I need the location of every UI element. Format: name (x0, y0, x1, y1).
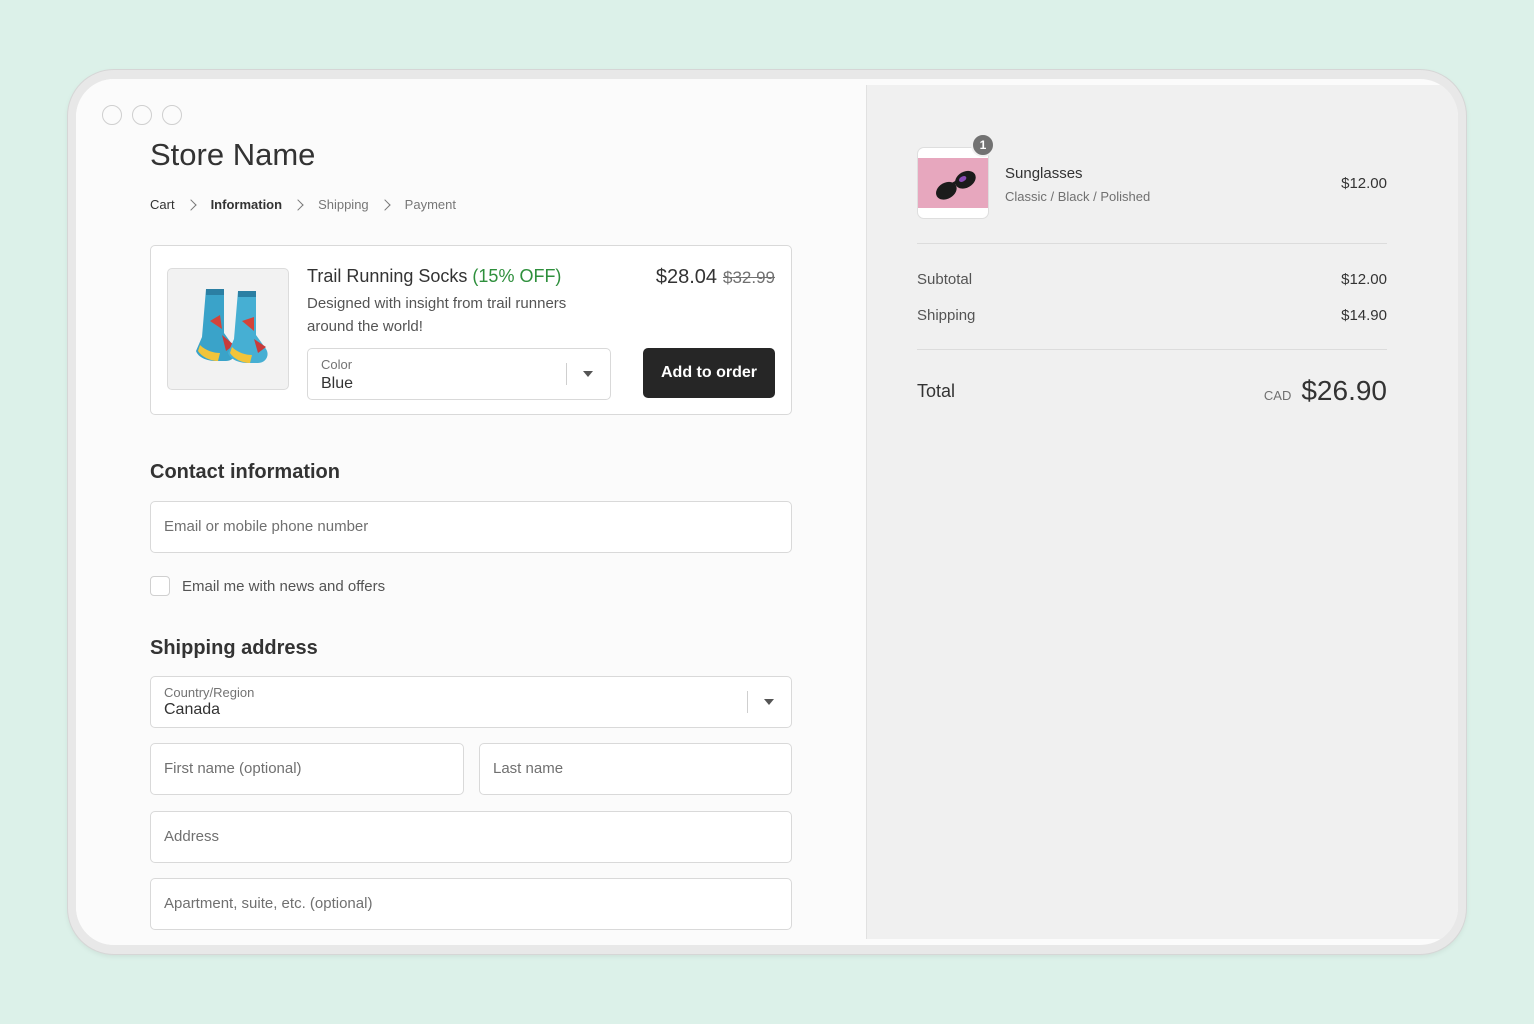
shipping-value: $14.90 (1341, 307, 1387, 324)
total-label: Total (917, 380, 956, 401)
upsell-discount: (15% OFF) (472, 266, 562, 286)
news-checkbox[interactable] (150, 576, 170, 596)
device-frame: Store Name Cart Information Shipping Pay… (68, 70, 1466, 954)
total-row: Total CAD $26.90 (917, 375, 1387, 407)
first-name-placeholder: First name (optional) (164, 760, 302, 777)
subtotal-value: $12.00 (1341, 271, 1387, 288)
address-placeholder: Address (164, 828, 220, 845)
chevron-right-icon (379, 198, 391, 211)
last-name-placeholder: Last name (493, 760, 564, 777)
upsell-compare-price: $32.99 (723, 268, 775, 287)
shipping-label: Shipping (917, 307, 976, 324)
chevron-down-icon (583, 371, 593, 377)
checkout-window: Store Name Cart Information Shipping Pay… (76, 79, 1458, 945)
breadcrumb-information: Information (210, 197, 283, 212)
upsell-offer-card: Trail Running Socks (15% OFF) Designed w… (150, 245, 792, 415)
country-select[interactable]: Country/Region Canada (150, 676, 792, 728)
summary-divider (917, 243, 1387, 244)
select-divider (747, 691, 748, 713)
upsell-description: Designed with insight from trail runners… (307, 295, 567, 335)
subtotal-label: Subtotal (917, 271, 973, 288)
apartment-field[interactable]: Apartment, suite, etc. (optional) (150, 878, 792, 930)
upsell-title: Trail Running Socks (15% OFF) (307, 266, 561, 287)
email-field[interactable]: Email or mobile phone number (150, 501, 792, 553)
select-divider (566, 363, 567, 385)
add-to-order-button[interactable]: Add to order (643, 348, 775, 398)
subtotal-row: Subtotal $12.00 (917, 271, 1387, 288)
apartment-placeholder: Apartment, suite, etc. (optional) (164, 895, 373, 912)
news-checkbox-label: Email me with news and offers (182, 577, 386, 595)
window-close-button[interactable] (102, 105, 122, 125)
breadcrumb-shipping: Shipping (318, 197, 369, 212)
window-maximize-button[interactable] (162, 105, 182, 125)
line-item-variant: Classic / Black / Polished (1005, 189, 1151, 204)
breadcrumb-cart[interactable]: Cart (150, 197, 175, 212)
shipping-section-title: Shipping address (150, 637, 318, 659)
address-field[interactable]: Address (150, 811, 792, 863)
total-value: $26.90 (1301, 375, 1387, 406)
window-controls (102, 105, 182, 125)
chevron-right-icon (292, 198, 304, 211)
checkout-main: Store Name Cart Information Shipping Pay… (76, 79, 866, 945)
email-placeholder: Email or mobile phone number (164, 518, 369, 535)
store-name: Store Name (150, 137, 316, 172)
last-name-field[interactable]: Last name (479, 743, 792, 795)
chevron-down-icon (764, 699, 774, 705)
total-currency: CAD (1263, 388, 1292, 403)
window-minimize-button[interactable] (132, 105, 152, 125)
country-select-value: Canada (164, 701, 221, 718)
order-summary: 1 Sunglasses Classic / Black / Polished … (866, 85, 1458, 939)
country-select-label: Country/Region (164, 685, 255, 700)
color-select[interactable]: Color Blue (307, 348, 611, 400)
color-select-value: Blue (321, 375, 354, 392)
color-select-label: Color (321, 357, 353, 372)
line-item-price: $12.00 (1341, 175, 1387, 192)
breadcrumb: Cart Information Shipping Payment (150, 197, 456, 212)
line-item-name: Sunglasses (1005, 165, 1083, 182)
first-name-field[interactable]: First name (optional) (150, 743, 464, 795)
chevron-right-icon (184, 198, 197, 211)
socks-image (167, 268, 289, 390)
shipping-row: Shipping $14.90 (917, 307, 1387, 324)
sunglasses-image (917, 147, 989, 219)
news-checkbox-row[interactable]: Email me with news and offers (150, 576, 385, 596)
upsell-product-name: Trail Running Socks (307, 266, 468, 286)
breadcrumb-payment: Payment (404, 197, 456, 212)
upsell-sale-price: $28.04 (655, 266, 717, 288)
quantity-badge: 1 (971, 133, 995, 157)
total-amount-group: CAD $26.90 (1264, 375, 1387, 407)
upsell-price: $28.04 $32.99 (656, 266, 775, 289)
summary-divider (917, 349, 1387, 350)
cart-line-item: 1 Sunglasses Classic / Black / Polished … (917, 133, 1387, 229)
contact-section-title: Contact information (150, 461, 340, 483)
